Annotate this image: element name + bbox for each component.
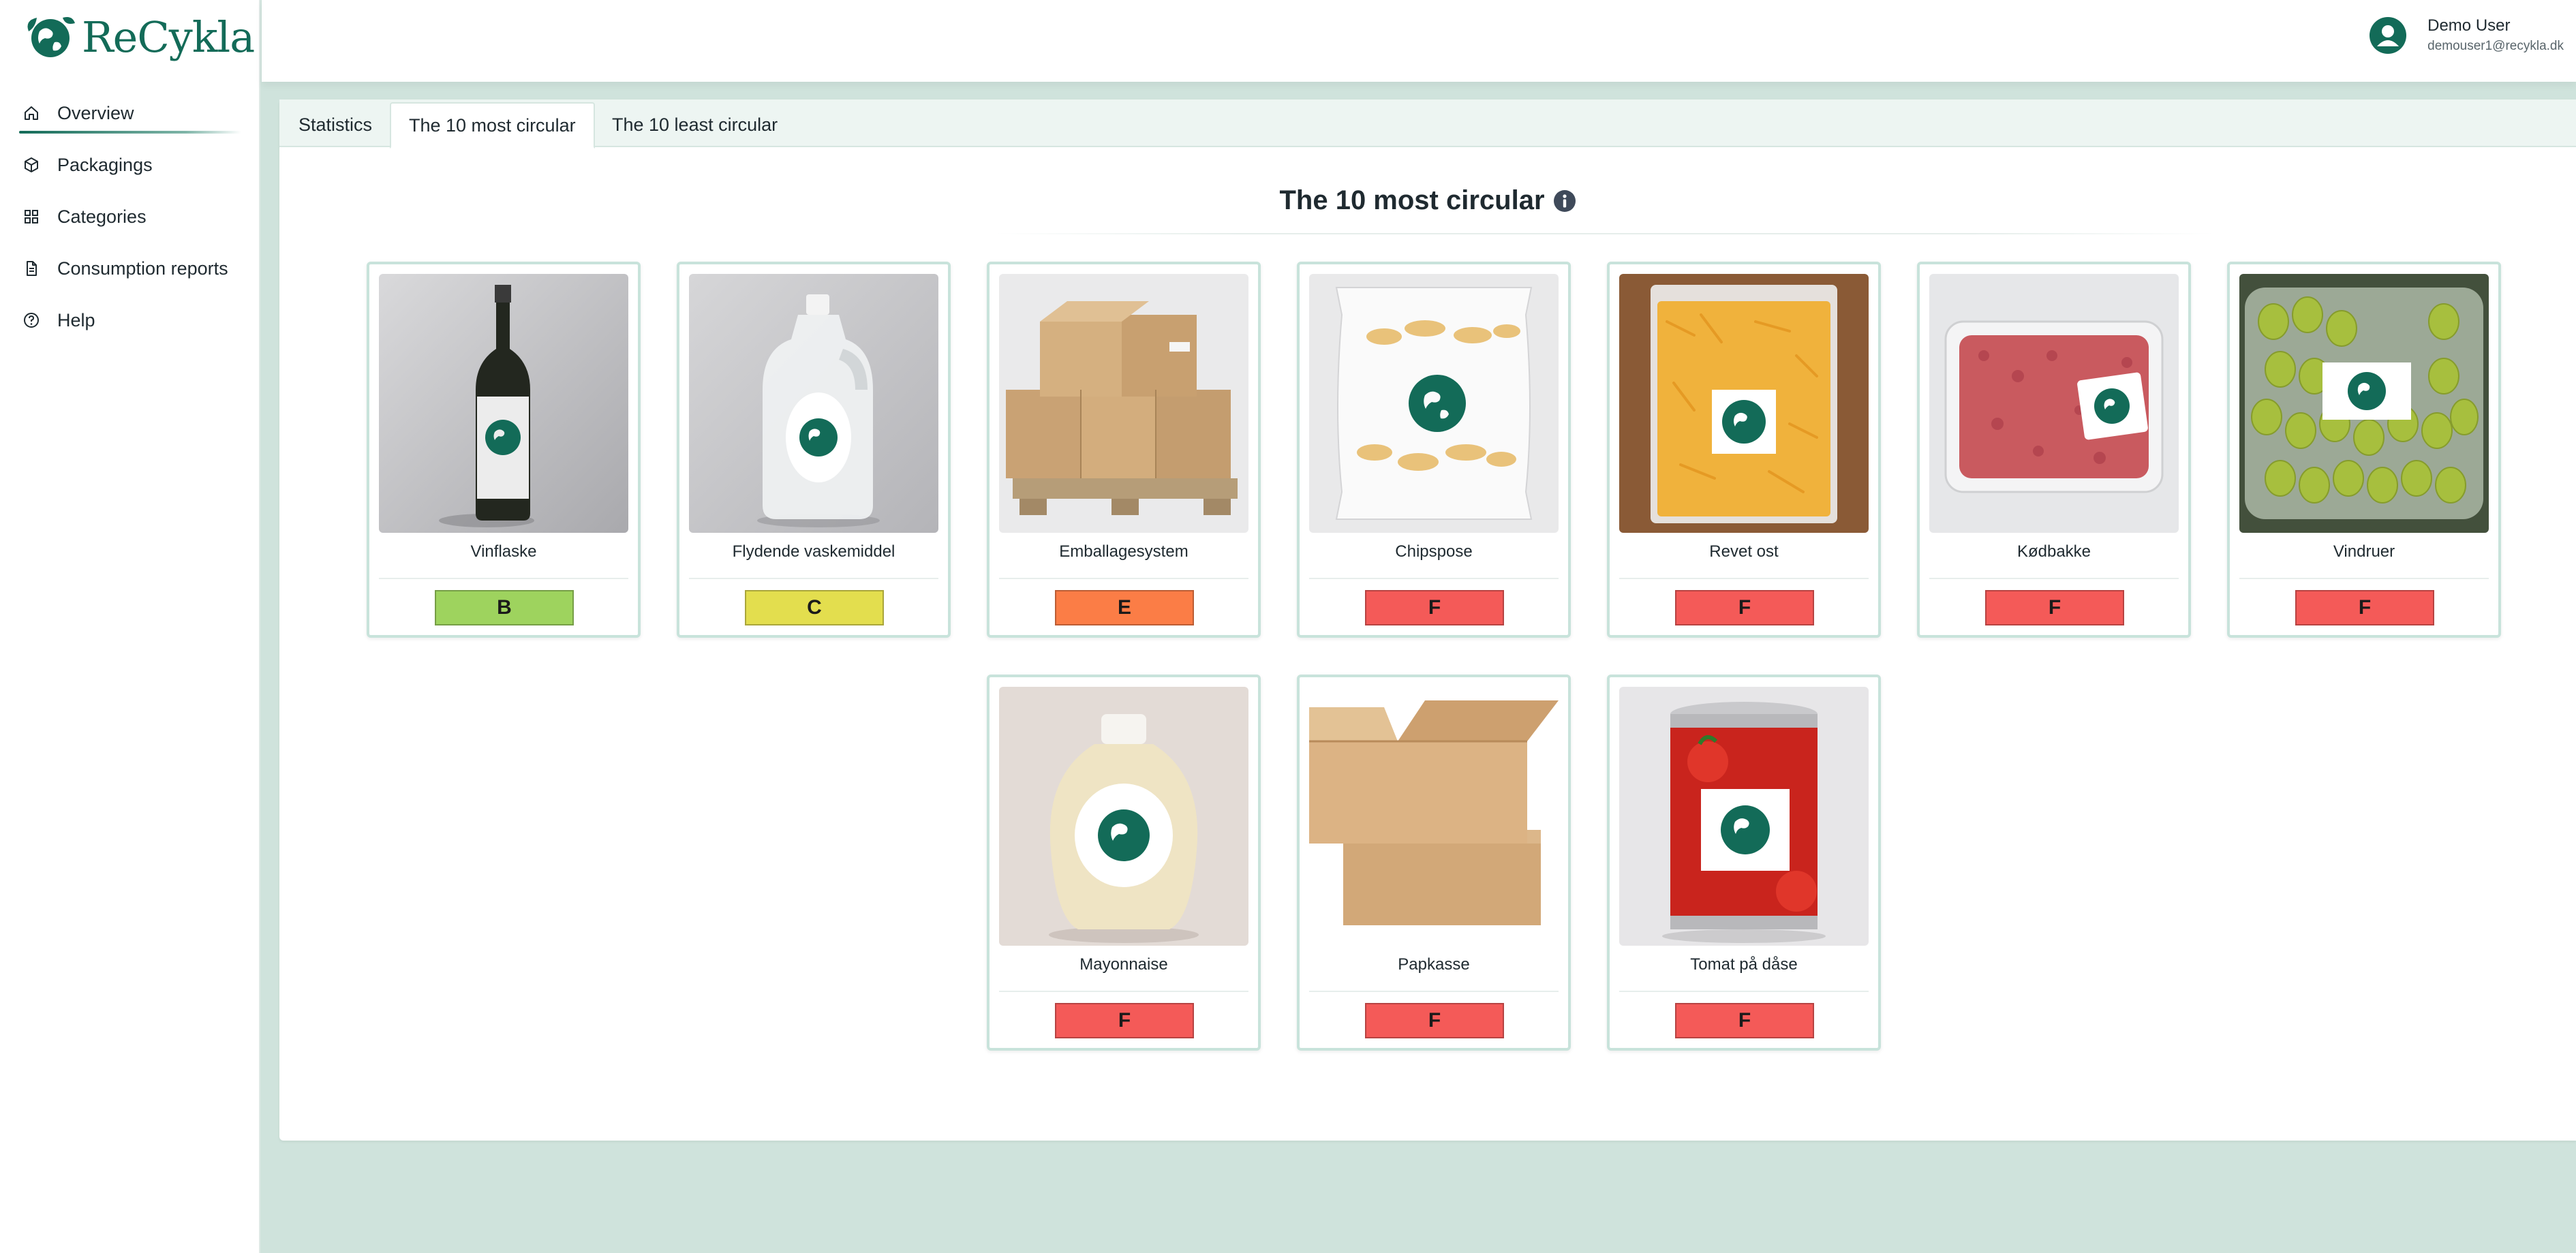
product-card-vindruer[interactable]: Vindruer F xyxy=(2227,262,2501,638)
product-card-chipspose[interactable]: Chipspose F xyxy=(1297,262,1571,638)
card-divider xyxy=(999,991,1248,992)
page-title: The 10 most circular xyxy=(279,185,2576,216)
product-name: Kødbakke xyxy=(2017,542,2091,561)
tab-statistics[interactable]: Statistics xyxy=(281,102,390,147)
product-image xyxy=(999,687,1248,946)
card-divider xyxy=(1929,578,2179,579)
product-card-flydende-vaskemiddel[interactable]: Flydende vaskemiddel C xyxy=(677,262,951,638)
product-image xyxy=(999,274,1248,533)
user-name: Demo User xyxy=(2427,16,2511,35)
box-icon xyxy=(23,157,40,173)
grade-badge: B xyxy=(435,590,574,625)
user-info: Demo User demouser1@recykla.dk xyxy=(2427,15,2564,56)
product-name: Emballagesystem xyxy=(1059,542,1189,561)
tomato-can-image xyxy=(1619,687,1869,946)
product-card-revet-ost[interactable]: Revet ost F xyxy=(1607,262,1881,638)
sidebar-item-label: Help xyxy=(57,309,95,330)
app-root: ReCykla Overview Packagings Categories C… xyxy=(0,0,2576,1253)
meat-tray-image xyxy=(1929,274,2179,533)
grade-badge: C xyxy=(745,590,884,625)
grapes-image xyxy=(2239,274,2489,533)
tab-label: The 10 least circular xyxy=(612,114,778,135)
sidebar-item-consumption-reports[interactable]: Consumption reports xyxy=(0,243,260,294)
user-avatar-icon xyxy=(2370,17,2407,54)
globe-leaf-logo-icon xyxy=(27,17,75,57)
product-card-mayonnaise[interactable]: Mayonnaise F xyxy=(987,675,1261,1051)
detergent-bottle-image xyxy=(689,274,938,533)
product-card-vinflaske[interactable]: Vinflaske B xyxy=(367,262,641,638)
product-image xyxy=(1309,687,1559,946)
product-image xyxy=(2239,274,2489,533)
user-email: demouser1@recykla.dk xyxy=(2427,39,2564,53)
product-card-papkasse[interactable]: Papkasse F xyxy=(1297,675,1571,1051)
sidebar-item-label: Consumption reports xyxy=(57,258,228,279)
sidebar-nav: Overview Packagings Categories Consumpti… xyxy=(0,87,260,346)
card-divider xyxy=(1309,578,1559,579)
tab-bar: Statistics The 10 most circular The 10 l… xyxy=(279,99,2576,149)
product-image xyxy=(1309,274,1559,533)
user-menu[interactable]: Demo User demouser1@recykla.dk xyxy=(2369,15,2564,56)
sidebar-item-help[interactable]: Help xyxy=(0,294,260,346)
wine-bottle-image xyxy=(379,274,628,533)
grade-badge: E xyxy=(1055,590,1194,625)
product-name: Tomat på dåse xyxy=(1690,955,1798,974)
page-title-text: The 10 most circular xyxy=(1279,185,1545,215)
pallet-boxes-image xyxy=(999,274,1248,533)
product-card-kodbakke[interactable]: Kødbakke F xyxy=(1917,262,2191,638)
product-name: Revet ost xyxy=(1709,542,1779,561)
product-image xyxy=(379,274,628,533)
content-panel: Statistics The 10 most circular The 10 l… xyxy=(279,99,2576,1141)
title-divider xyxy=(995,233,2215,234)
product-name: Vinflaske xyxy=(470,542,537,561)
sidebar-item-label: Overview xyxy=(57,102,134,123)
card-divider xyxy=(1619,991,1869,992)
card-divider xyxy=(1619,578,1869,579)
product-name: Flydende vaskemiddel xyxy=(732,542,895,561)
product-image xyxy=(1619,274,1869,533)
product-name: Chipspose xyxy=(1395,542,1473,561)
cardboard-boxes-image xyxy=(1309,687,1559,946)
home-icon xyxy=(23,105,40,121)
grade-badge: F xyxy=(2295,590,2434,625)
grade-badge: F xyxy=(1055,1003,1194,1038)
top-header: Demo User demouser1@recykla.dk xyxy=(262,0,2576,82)
card-divider xyxy=(999,578,1248,579)
product-card-emballagesystem[interactable]: Emballagesystem E xyxy=(987,262,1261,638)
product-name: Vindruer xyxy=(2333,542,2395,561)
mayonnaise-bottle-image xyxy=(999,687,1248,946)
product-card-tomat-paa-daase[interactable]: Tomat på dåse F xyxy=(1607,675,1881,1051)
tab-label: The 10 most circular xyxy=(409,114,576,136)
product-image xyxy=(1619,687,1869,946)
grade-badge: F xyxy=(1675,590,1814,625)
help-icon xyxy=(23,312,40,328)
sidebar-item-label: Packagings xyxy=(57,154,153,175)
grade-badge: F xyxy=(1365,590,1504,625)
grade-badge: F xyxy=(1675,1003,1814,1038)
sidebar-item-label: Categories xyxy=(57,206,147,227)
document-icon xyxy=(23,260,40,277)
tab-label: Statistics xyxy=(298,114,373,135)
logo-text: ReCykla xyxy=(82,12,255,62)
sidebar-item-packagings[interactable]: Packagings xyxy=(0,139,260,191)
card-divider xyxy=(379,578,628,579)
tab-10-most-circular[interactable]: The 10 most circular xyxy=(390,102,595,149)
sidebar-item-categories[interactable]: Categories xyxy=(0,191,260,243)
chips-bag-image xyxy=(1309,274,1559,533)
card-divider xyxy=(1309,991,1559,992)
product-name: Papkasse xyxy=(1398,955,1470,974)
grated-cheese-image xyxy=(1619,274,1869,533)
logo[interactable]: ReCykla xyxy=(19,11,255,63)
sidebar-item-overview[interactable]: Overview xyxy=(0,87,260,139)
grade-badge: F xyxy=(1365,1003,1504,1038)
grid-icon xyxy=(23,208,40,225)
info-icon[interactable] xyxy=(1553,189,1576,213)
product-image xyxy=(689,274,938,533)
card-divider xyxy=(2239,578,2489,579)
card-divider xyxy=(689,578,938,579)
tab-10-least-circular[interactable]: The 10 least circular xyxy=(594,102,795,147)
sidebar: ReCykla Overview Packagings Categories C… xyxy=(0,0,260,1253)
product-image xyxy=(1929,274,2179,533)
grade-badge: F xyxy=(1985,590,2124,625)
product-name: Mayonnaise xyxy=(1079,955,1168,974)
